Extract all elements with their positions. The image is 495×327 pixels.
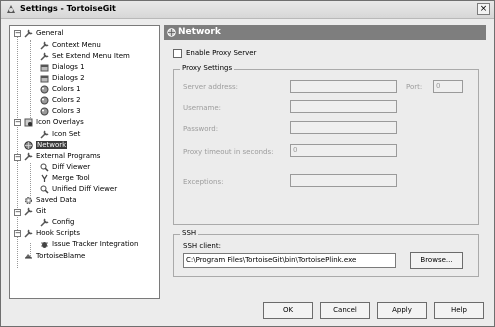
close-button[interactable]: × [477, 3, 490, 15]
tree-item-saved-data[interactable]: Saved Data [24, 195, 77, 206]
tree-item-set-extend-menu-item[interactable]: Set Extend Menu Item [40, 51, 130, 62]
server-address-label: Server address: [183, 83, 239, 91]
icon-overlays-collapse-toggle[interactable]: − [14, 119, 21, 126]
wrench-icon [24, 229, 33, 238]
username-label: Username: [183, 104, 222, 112]
settings-app-icon [7, 5, 15, 13]
tree-item-network[interactable]: Network [24, 140, 68, 151]
tree-item-external-programs[interactable]: External Programs [24, 151, 100, 162]
wrench-icon [24, 29, 33, 38]
tree-item-icon-set[interactable]: Icon Set [40, 129, 80, 140]
gear-icon [25, 197, 32, 204]
tree-item-diff-viewer[interactable]: Diff Viewer [40, 162, 90, 173]
tree-item-icon-overlays[interactable]: Icon Overlays [24, 117, 84, 128]
globe-icon [167, 28, 176, 37]
tree-item-colors-2[interactable]: Colors 2 [40, 95, 81, 106]
wrench-icon [40, 130, 49, 139]
bug-icon [41, 242, 48, 248]
wrench-icon [24, 152, 33, 161]
proxy-settings-title: Proxy Settings [180, 64, 235, 72]
enable-proxy-checkbox[interactable] [173, 49, 182, 58]
password-label: Password: [183, 125, 219, 133]
tree-item-hook-scripts[interactable]: Hook Scripts [24, 228, 80, 239]
help-button[interactable]: Help [434, 302, 484, 319]
ssh-group-title: SSH [180, 229, 199, 237]
ssh-client-label: SSH client: [183, 242, 221, 250]
cancel-button[interactable]: Cancel [320, 302, 370, 319]
username-input[interactable] [290, 100, 397, 113]
apply-button[interactable]: Apply [377, 302, 427, 319]
wrench-icon [40, 52, 49, 61]
magnifier-icon [40, 185, 49, 194]
overlay-icon [24, 118, 33, 127]
tree-item-colors-1[interactable]: Colors 1 [40, 84, 81, 95]
palette-icon [40, 107, 49, 116]
external-programs-collapse-toggle[interactable]: − [14, 154, 21, 161]
tree-item-general[interactable]: General [24, 28, 64, 39]
palette-icon [40, 85, 49, 94]
dialog-icon [40, 64, 49, 72]
globe-icon [24, 141, 33, 150]
tree-item-context-menu[interactable]: Context Menu [40, 40, 101, 51]
tortoise-icon [25, 254, 32, 259]
tree-item-unified-diff-viewer[interactable]: Unified Diff Viewer [40, 184, 117, 195]
port-input[interactable]: 0 [433, 80, 463, 93]
wrench-icon [40, 41, 49, 50]
tree-item-colors-3[interactable]: Colors 3 [40, 106, 81, 117]
dialog-icon [40, 75, 49, 83]
wrench-icon [40, 218, 49, 227]
tree-item-issue-tracker-integration[interactable]: Issue Tracker Integration [40, 239, 138, 250]
ssh-client-input[interactable]: C:\Program Files\TortoiseGit\bin\Tortois… [183, 253, 396, 268]
proxy-timeout-input[interactable]: 0 [290, 144, 397, 157]
window-title: Settings - TortoiseGit [20, 4, 116, 13]
tree-item-dialogs-2[interactable]: Dialogs 2 [40, 73, 85, 84]
tree-external-line [30, 163, 31, 196]
exceptions-label: Exceptions: [183, 178, 224, 186]
settings-window: Settings - TortoiseGit × − General Conte… [0, 0, 495, 327]
git-collapse-toggle[interactable]: − [14, 209, 21, 216]
server-address-input[interactable] [290, 80, 397, 93]
proxy-timeout-label: Proxy timeout in seconds: [183, 148, 274, 156]
ok-button[interactable]: OK [263, 302, 313, 319]
panel-title: Network [178, 27, 221, 37]
panel-header: Network [164, 25, 486, 40]
tree-general-line [30, 40, 31, 122]
palette-icon [40, 96, 49, 105]
browse-button[interactable]: Browse... [410, 252, 463, 269]
title-bar: Settings - TortoiseGit × [1, 1, 494, 19]
hook-scripts-collapse-toggle[interactable]: − [14, 230, 21, 237]
general-collapse-toggle[interactable]: − [14, 30, 21, 37]
exceptions-input[interactable] [290, 174, 397, 187]
port-label: Port: [406, 83, 423, 91]
tree-item-dialogs-1[interactable]: Dialogs 1 [40, 62, 85, 73]
tree-item-config[interactable]: Config [40, 217, 74, 228]
wrench-icon [24, 207, 33, 216]
tree-item-tortoiseblame[interactable]: TortoiseBlame [24, 251, 85, 262]
password-input[interactable] [290, 121, 397, 134]
tree-item-merge-tool[interactable]: Merge Tool [40, 173, 90, 184]
tree-item-git[interactable]: Git [24, 206, 46, 217]
enable-proxy-label[interactable]: Enable Proxy Server [186, 49, 256, 57]
settings-tree[interactable]: − General Context Menu Set Extend Menu I… [9, 25, 160, 299]
magnifier-icon [40, 163, 49, 172]
merge-icon [41, 174, 48, 182]
